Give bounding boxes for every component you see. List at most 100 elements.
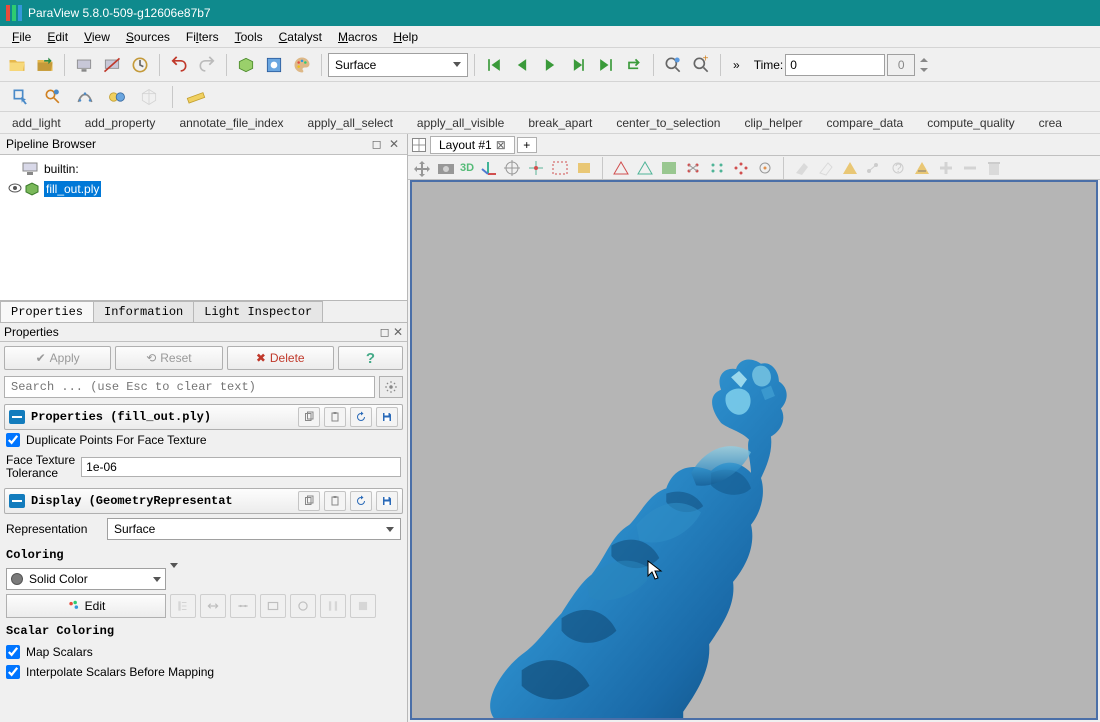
view-minus-icon[interactable] xyxy=(864,159,884,177)
menu-tools[interactable]: Tools xyxy=(227,28,271,46)
reload-icon[interactable] xyxy=(350,491,372,511)
map-scalars-checkbox[interactable] xyxy=(6,645,20,659)
pick-center-icon[interactable] xyxy=(526,159,546,177)
center-icon[interactable] xyxy=(502,159,522,177)
find-data-icon[interactable] xyxy=(40,84,66,110)
menu-macros[interactable]: Macros xyxy=(330,28,385,46)
menu-help[interactable]: Help xyxy=(385,28,426,46)
select-cells-icon[interactable] xyxy=(611,159,631,177)
undock-icon[interactable]: ◻ xyxy=(380,325,390,339)
zoom-custom-button[interactable]: + xyxy=(688,52,714,78)
zoom-to-data-button[interactable] xyxy=(660,52,686,78)
menu-file[interactable]: File xyxy=(4,28,39,46)
paste-icon[interactable] xyxy=(324,491,346,511)
timer-icon[interactable] xyxy=(104,84,130,110)
cmd-item[interactable]: annotate_file_index xyxy=(167,116,295,130)
properties-section-header[interactable]: Properties (fill_out.ply) xyxy=(4,404,403,430)
view-plus-x-icon[interactable] xyxy=(840,159,860,177)
cmd-item[interactable]: break_apart xyxy=(516,116,604,130)
face-tolerance-input[interactable]: 1e-06 xyxy=(81,457,401,477)
connect-button[interactable] xyxy=(71,52,97,78)
redo-button[interactable] xyxy=(194,52,220,78)
copy-icon[interactable] xyxy=(298,491,320,511)
toolbar-expand-button[interactable]: » xyxy=(727,58,746,72)
save-icon[interactable] xyxy=(376,491,398,511)
camera-icon[interactable] xyxy=(436,159,456,177)
box-icon[interactable] xyxy=(233,52,259,78)
save-icon[interactable] xyxy=(376,407,398,427)
tree-root[interactable]: builtin: xyxy=(4,159,403,179)
reload-icon[interactable] xyxy=(350,407,372,427)
representation-select[interactable]: Surface xyxy=(107,518,401,540)
render-view[interactable] xyxy=(410,180,1098,720)
play-button[interactable] xyxy=(537,52,563,78)
tab-properties[interactable]: Properties xyxy=(0,301,94,322)
advanced-toggle-button[interactable] xyxy=(379,376,403,398)
paste-icon[interactable] xyxy=(324,407,346,427)
reset-button[interactable]: ⟲Reset xyxy=(115,346,222,370)
open-button[interactable] xyxy=(4,52,30,78)
rescale-visible-icon[interactable] xyxy=(260,594,286,618)
rescale-icon[interactable] xyxy=(200,594,226,618)
select-points-icon[interactable] xyxy=(635,159,655,177)
close-icon[interactable]: ✕ xyxy=(393,325,403,339)
ruler-icon[interactable] xyxy=(183,84,209,110)
cmd-item[interactable]: crea xyxy=(1027,116,1074,130)
axes-icon[interactable] xyxy=(478,159,498,177)
loop-button[interactable] xyxy=(621,52,647,78)
tab-light-inspector[interactable]: Light Inspector xyxy=(193,301,323,322)
layout-tab[interactable]: Layout #1 ⊠ xyxy=(430,136,515,154)
choose-preset-icon[interactable] xyxy=(320,594,346,618)
tree-item[interactable]: fill_out.ply xyxy=(4,179,403,199)
menu-sources[interactable]: Sources xyxy=(118,28,178,46)
close-icon[interactable]: ✕ xyxy=(387,137,401,151)
calculator-icon[interactable] xyxy=(72,84,98,110)
representation-combo[interactable]: Surface xyxy=(328,53,468,77)
disconnect-button[interactable] xyxy=(99,52,125,78)
next-frame-button[interactable] xyxy=(565,52,591,78)
close-icon[interactable]: ⊠ xyxy=(496,138,506,152)
cmd-item[interactable]: center_to_selection xyxy=(604,116,732,130)
interpolate-checkbox[interactable] xyxy=(6,665,20,679)
apply-button[interactable]: ✔Apply xyxy=(4,346,111,370)
rescale-custom-icon[interactable] xyxy=(230,594,256,618)
time-spinner-icon[interactable] xyxy=(917,52,931,78)
layout-icon[interactable] xyxy=(412,138,426,152)
interactive-select-icon[interactable] xyxy=(755,159,775,177)
3d-label[interactable]: 3D xyxy=(460,162,474,174)
show-center-icon[interactable] xyxy=(574,159,594,177)
menu-filters[interactable]: Filters xyxy=(178,28,227,46)
cmd-item[interactable]: apply_all_select xyxy=(296,116,405,130)
cmd-item[interactable]: add_light xyxy=(0,116,73,130)
select-cells-through-icon[interactable] xyxy=(683,159,703,177)
color-by-combo[interactable]: Solid Color xyxy=(6,568,166,590)
color-component-combo[interactable] xyxy=(170,568,401,590)
select-block-icon[interactable] xyxy=(659,159,679,177)
add-layout-button[interactable]: + xyxy=(517,137,537,153)
reset-center-icon[interactable] xyxy=(550,159,570,177)
reload-button[interactable] xyxy=(127,52,153,78)
palette-icon[interactable] xyxy=(289,52,315,78)
first-frame-button[interactable] xyxy=(481,52,507,78)
menu-view[interactable]: View xyxy=(76,28,118,46)
visibility-icon[interactable] xyxy=(6,182,24,196)
time-step-input[interactable] xyxy=(887,54,915,76)
last-frame-button[interactable] xyxy=(593,52,619,78)
cmd-item[interactable]: compare_data xyxy=(814,116,915,130)
measure-icon[interactable] xyxy=(912,159,932,177)
edit-opacity-icon[interactable] xyxy=(350,594,376,618)
select-points-through-icon[interactable] xyxy=(707,159,727,177)
menu-catalyst[interactable]: Catalyst xyxy=(271,28,330,46)
select-poly-icon[interactable] xyxy=(731,159,751,177)
cmd-item[interactable]: compute_quality xyxy=(915,116,1026,130)
copy-icon[interactable] xyxy=(298,407,320,427)
menu-edit[interactable]: Edit xyxy=(39,28,76,46)
cmd-item[interactable]: clip_helper xyxy=(732,116,814,130)
help-button[interactable]: ? xyxy=(338,346,403,370)
prev-frame-button[interactable] xyxy=(509,52,535,78)
time-input[interactable] xyxy=(785,54,885,76)
edit-color-button[interactable]: Edit xyxy=(6,594,166,618)
tab-information[interactable]: Information xyxy=(93,301,194,322)
save-button[interactable] xyxy=(32,52,58,78)
collapse-icon[interactable] xyxy=(9,494,25,508)
